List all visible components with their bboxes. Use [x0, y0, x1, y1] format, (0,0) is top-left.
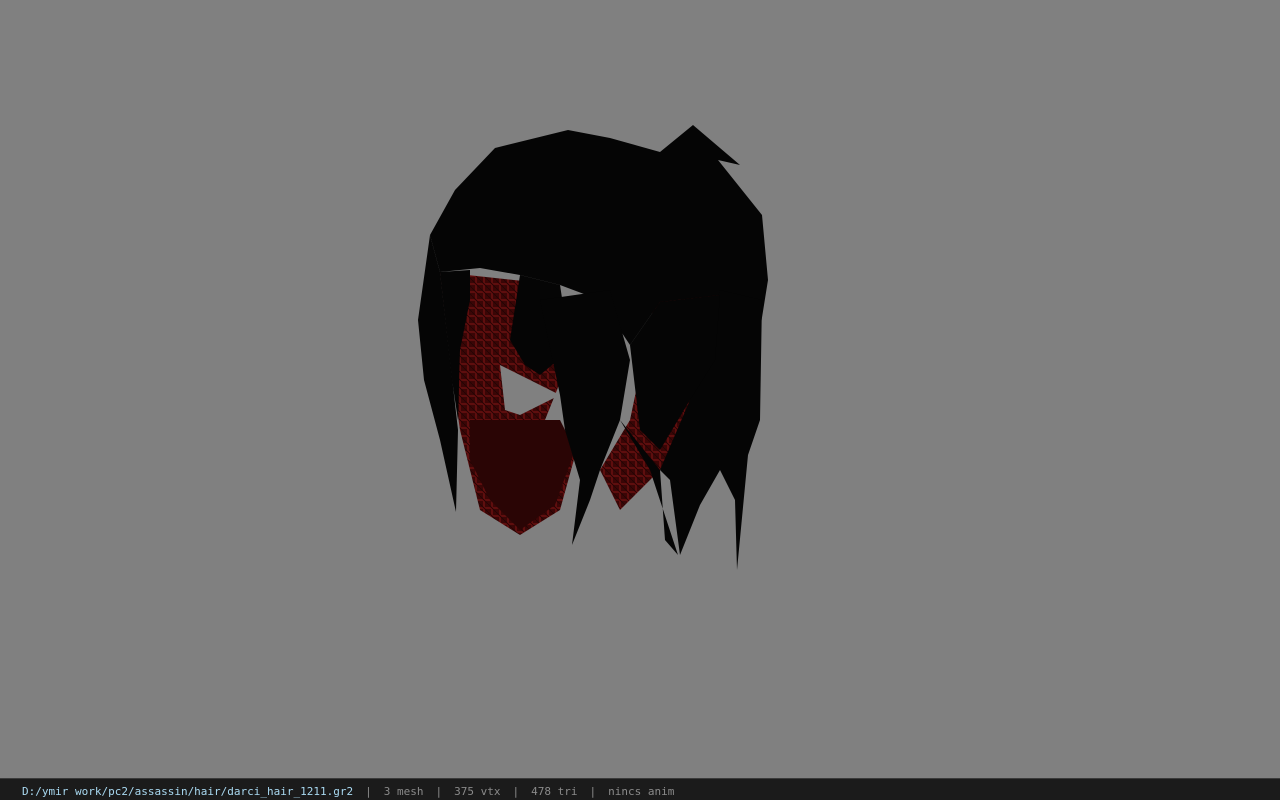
separator: | [589, 785, 597, 798]
hair-model-render [418, 125, 768, 570]
file-path: D:/ymir work/pc2/assassin/hair/darci_hai… [22, 785, 354, 798]
anim-status: nincs anim [608, 785, 675, 798]
3d-viewport[interactable] [0, 0, 1280, 778]
separator: | [512, 785, 520, 798]
separator: | [365, 785, 372, 798]
triangle-count: 478 tri [531, 785, 578, 798]
status-bar: D:/ymir work/pc2/assassin/hair/darci_hai… [0, 778, 1280, 800]
separator: | [435, 785, 443, 798]
mesh-count: 3 mesh [383, 785, 424, 798]
vertex-count: 375 vtx [454, 785, 501, 798]
